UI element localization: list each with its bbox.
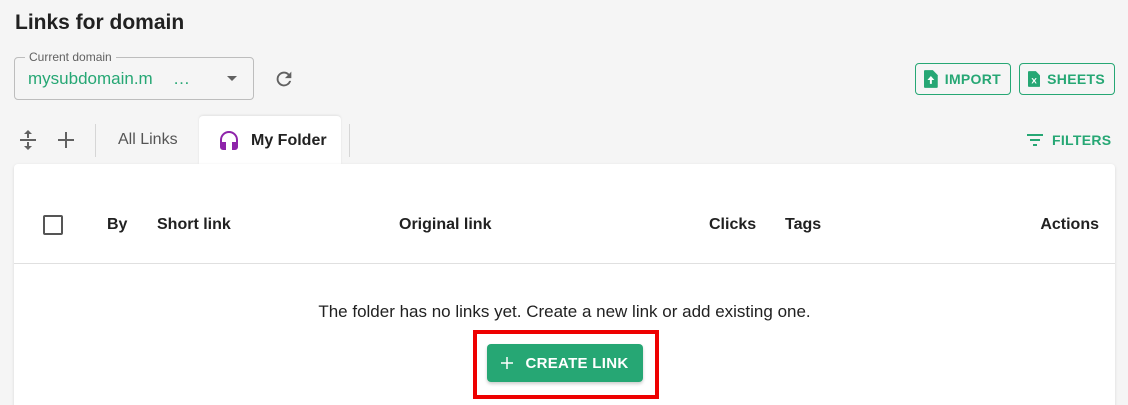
tab-divider: [95, 124, 96, 157]
expand-collapse-icon: [20, 130, 36, 150]
excel-sheet-icon: [1028, 71, 1041, 87]
import-label: IMPORT: [944, 71, 1001, 87]
headphones-icon: [220, 130, 238, 150]
sheets-button[interactable]: SHEETS: [1019, 63, 1115, 95]
tab-tools: [16, 128, 78, 152]
refresh-button[interactable]: [271, 66, 297, 92]
select-all-checkbox[interactable]: [43, 215, 63, 235]
domain-select-label: Current domain: [25, 50, 116, 64]
column-header-original-link[interactable]: Original link: [399, 216, 491, 234]
column-header-clicks[interactable]: Clicks: [709, 216, 756, 234]
filter-icon: [1027, 134, 1043, 146]
refresh-icon: [276, 71, 292, 87]
create-link-label: CREATE LINK: [525, 354, 629, 372]
plus-icon: [58, 132, 74, 148]
column-header-by[interactable]: By: [107, 216, 127, 234]
filters-label: FILTERS: [1052, 132, 1112, 148]
filters-button[interactable]: FILTERS: [1027, 130, 1111, 150]
domain-select-value: mysubdomain.m: [28, 69, 153, 88]
chevron-down-icon: [227, 76, 237, 81]
expand-collapse-button[interactable]: [16, 128, 40, 152]
tab-my-folder-label: My Folder: [251, 131, 327, 149]
table-header: By Short link Original link Clicks Tags …: [14, 164, 1115, 264]
add-folder-button[interactable]: [54, 128, 78, 152]
column-header-actions: Actions: [1040, 216, 1099, 233]
domain-ellipsis: …: [173, 69, 190, 88]
column-header-short-link[interactable]: Short link: [157, 216, 231, 234]
tab-my-folder[interactable]: My Folder: [199, 116, 341, 165]
tab-all-links[interactable]: All Links: [118, 131, 178, 149]
create-link-button[interactable]: CREATE LINK: [487, 344, 643, 382]
domain-select[interactable]: Current domain mysubdomain.m …: [14, 50, 254, 100]
empty-state-message: The folder has no links yet. Create a ne…: [318, 302, 811, 321]
page-title: Links for domain: [15, 11, 185, 34]
import-button[interactable]: IMPORT: [915, 63, 1011, 95]
plus-icon: [501, 357, 514, 369]
file-upload-icon: [924, 70, 938, 88]
sheets-label: SHEETS: [1047, 71, 1105, 87]
links-table: By Short link Original link Clicks Tags …: [14, 164, 1115, 405]
tab-divider: [349, 124, 350, 157]
column-header-tags[interactable]: Tags: [785, 216, 821, 234]
